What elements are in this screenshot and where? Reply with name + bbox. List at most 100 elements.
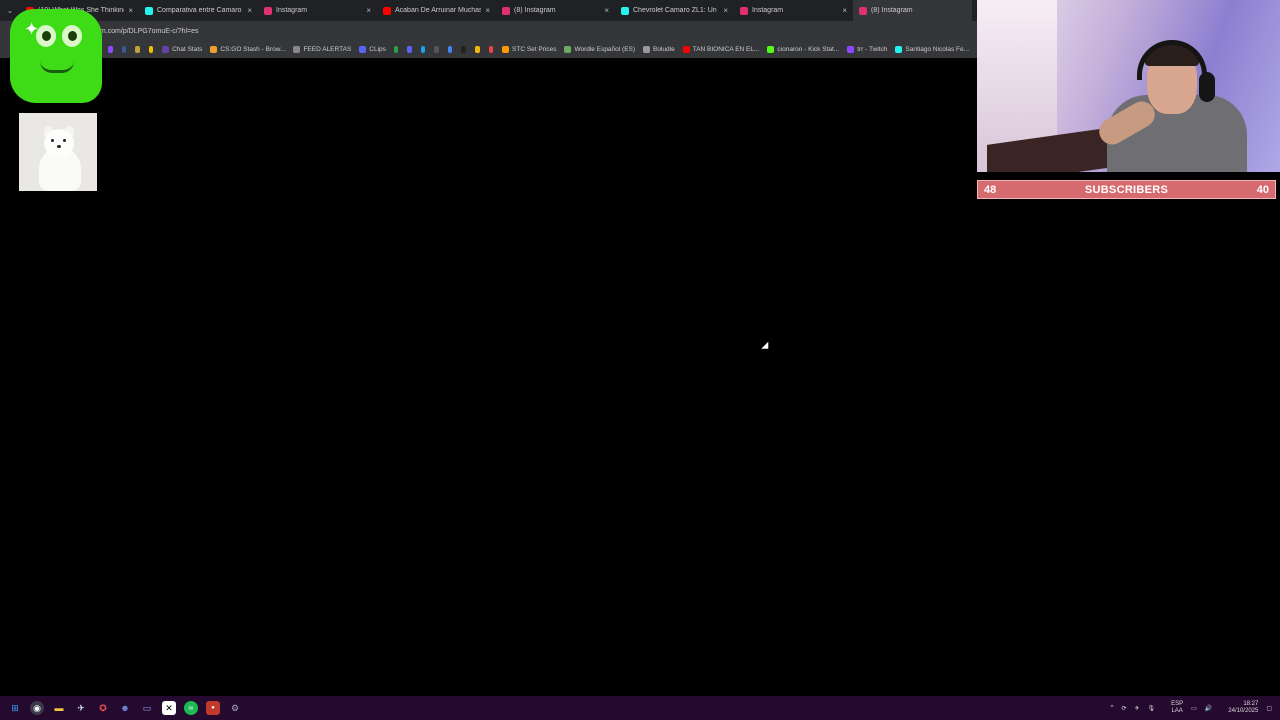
bookmark-favicon-icon (162, 46, 170, 53)
bookmark-item[interactable]: STC Set Prices (502, 46, 556, 53)
bookmark-label: trr - Twitch (857, 46, 888, 53)
bookmark-icon[interactable] (148, 46, 154, 53)
emote-mouth (40, 61, 74, 73)
browser-tab[interactable]: Comparativa entre Camaro SS × (139, 0, 258, 21)
mouse-cursor-icon (761, 341, 772, 353)
emote-eye (36, 25, 56, 47)
bookmark-item[interactable]: Wordle Español (ES) (564, 46, 635, 53)
tab-title: Chevrolet Camaro ZL1: Un Ícon (633, 7, 719, 14)
close-tab-icon[interactable]: × (842, 6, 847, 15)
bookmark-favicon-icon (359, 46, 367, 53)
bookmark-label: Chat Stats (172, 46, 203, 53)
browser-tab[interactable]: Instagram × (258, 0, 377, 21)
tab-title: (8) Instagram (514, 7, 556, 14)
close-tab-icon[interactable]: × (366, 6, 371, 15)
bookmark-icon[interactable] (420, 46, 426, 53)
bookmark-icon[interactable] (121, 46, 127, 53)
browser-tab[interactable]: Acaban De Arruinar Muchas V × (377, 0, 496, 21)
capcut-icon[interactable]: ✕ (162, 701, 176, 715)
close-tab-icon[interactable]: × (247, 6, 252, 15)
bookmark-item[interactable]: trr - Twitch (847, 46, 887, 53)
microphone-icon[interactable]: 🎙 (1148, 705, 1156, 712)
obs-recording-icon[interactable]: ● (206, 701, 220, 715)
bookmark-icon[interactable] (488, 46, 494, 53)
subscriber-goal-count: 40 (1256, 183, 1269, 196)
settings-icon[interactable]: ⚙ (228, 701, 242, 715)
language-code: ESP (1171, 701, 1184, 707)
bookmark-icon[interactable] (108, 46, 113, 53)
discord-icon[interactable]: ☻ (118, 701, 132, 715)
steam-tray-icon[interactable]: ✈ (1134, 705, 1139, 712)
bookmark-item[interactable]: TAN BIONICA EN EL... (682, 46, 759, 53)
bookmark-icon[interactable] (407, 46, 412, 53)
clock-date: 24/10/2025 (1228, 708, 1259, 714)
bookmark-icon[interactable] (434, 46, 439, 53)
address-url: am.com/p/DLPG7omuE-c/?hl=es (96, 27, 199, 35)
bookmark-icon[interactable] (461, 46, 466, 53)
monitor-icon[interactable]: ▭ (140, 701, 154, 715)
browser-tab[interactable]: Instagram × (734, 0, 853, 21)
bookmark-item[interactable]: CS:GO Stash - Brow... (210, 46, 285, 53)
tab-favicon-icon (383, 6, 391, 15)
subscriber-current-count: 48 (984, 183, 997, 196)
webcam-feed (977, 0, 1280, 172)
steam-icon[interactable]: ✈ (74, 701, 88, 715)
spotify-icon[interactable]: ≈ (184, 701, 198, 715)
system-tray: ^ ⟳ ✈ 🎙 ESP LAA ▭ 🔊 18:27 24/10/2025 ▢ (1103, 696, 1272, 720)
bookmark-favicon-icon (293, 46, 301, 53)
close-tab-icon[interactable]: × (485, 6, 490, 15)
browser-tab-active[interactable]: (8) Instagram (853, 0, 972, 21)
bookmark-item[interactable]: Santiago Nicolas Fe... (895, 46, 969, 53)
bookmark-icon[interactable] (393, 46, 399, 53)
tab-favicon-icon (621, 6, 629, 15)
bookmark-icon[interactable] (474, 46, 480, 53)
tab-title: Instagram (752, 7, 784, 14)
bookmark-item[interactable]: FEED ALERTAS (293, 46, 351, 53)
bookmark-favicon-icon (210, 46, 218, 53)
sync-icon[interactable]: ⟳ (1121, 705, 1126, 712)
tab-favicon-icon (264, 6, 272, 15)
bookmark-favicon-icon (767, 46, 775, 53)
tab-favicon-icon (740, 6, 748, 15)
chevron-up-icon[interactable]: ^ (1111, 705, 1114, 711)
bookmark-favicon-icon (564, 46, 572, 53)
windows-taskbar: ⊞ ◉ ▬ ✈ ✪ ☻ ▭ ✕ ≈ ● ⚙ ^ ⟳ ✈ 🎙 ESP LAA ▭ 🔊… (0, 696, 1280, 720)
windows-start-icon[interactable]: ⊞ (8, 701, 22, 715)
bookmark-icon[interactable] (135, 46, 140, 53)
emote-eye (62, 25, 82, 47)
browser-tab[interactable]: (8) Instagram × (496, 0, 615, 21)
volume-icon[interactable]: 🔊 (1205, 705, 1212, 712)
bookmark-item[interactable]: CLips (359, 46, 386, 53)
language-indicator[interactable]: ESP LAA (1163, 701, 1183, 715)
close-tab-icon[interactable]: × (723, 6, 728, 15)
bookmark-favicon-icon (502, 46, 510, 53)
bookmark-label: Santiago Nicolas Fe... (905, 46, 970, 53)
tab-title: (8) Instagram (871, 7, 913, 14)
white-dog-image (19, 113, 97, 191)
desktop-screen: ⌄ (10) What Was She Thinking?!× Comparat… (0, 0, 1280, 720)
bookmark-label: CS:GO Stash - Brow... (220, 46, 286, 53)
app-icon[interactable]: ✪ (96, 701, 110, 715)
subscriber-goal-bar: 48 SUBSCRIBERS 40 (977, 180, 1276, 199)
bookmark-item[interactable]: cionaron - Kick Stat... (767, 46, 839, 53)
bookmark-item[interactable]: Chat Stats (162, 46, 202, 53)
bookmark-label: Boludle (653, 46, 675, 53)
bookmark-favicon-icon (682, 46, 690, 53)
file-explorer-icon[interactable]: ▬ (52, 701, 66, 715)
notifications-icon[interactable]: ▢ (1266, 705, 1272, 712)
tab-favicon-icon (859, 6, 867, 15)
network-icon[interactable]: ▭ (1191, 705, 1197, 712)
address-bar[interactable]: am.com/p/DLPG7omuE-c/?hl=es (0, 21, 977, 41)
browser-tab[interactable]: Chevrolet Camaro ZL1: Un Ícon × (615, 0, 734, 21)
bookmark-label: cionaron - Kick Stat... (777, 46, 840, 53)
chrome-icon[interactable]: ◉ (30, 701, 44, 715)
clock[interactable]: 18:27 24/10/2025 (1220, 701, 1258, 715)
close-tab-icon[interactable]: × (604, 6, 609, 15)
close-tab-icon[interactable]: × (128, 6, 133, 15)
headset-icon (1137, 40, 1207, 80)
bookmark-item[interactable]: Boludle (643, 46, 675, 53)
bookmark-icon[interactable] (447, 46, 453, 53)
bookmark-favicon-icon (895, 46, 903, 53)
bookmark-label: CLips (369, 46, 386, 53)
browser-tab-strip: ⌄ (10) What Was She Thinking?!× Comparat… (0, 0, 977, 21)
